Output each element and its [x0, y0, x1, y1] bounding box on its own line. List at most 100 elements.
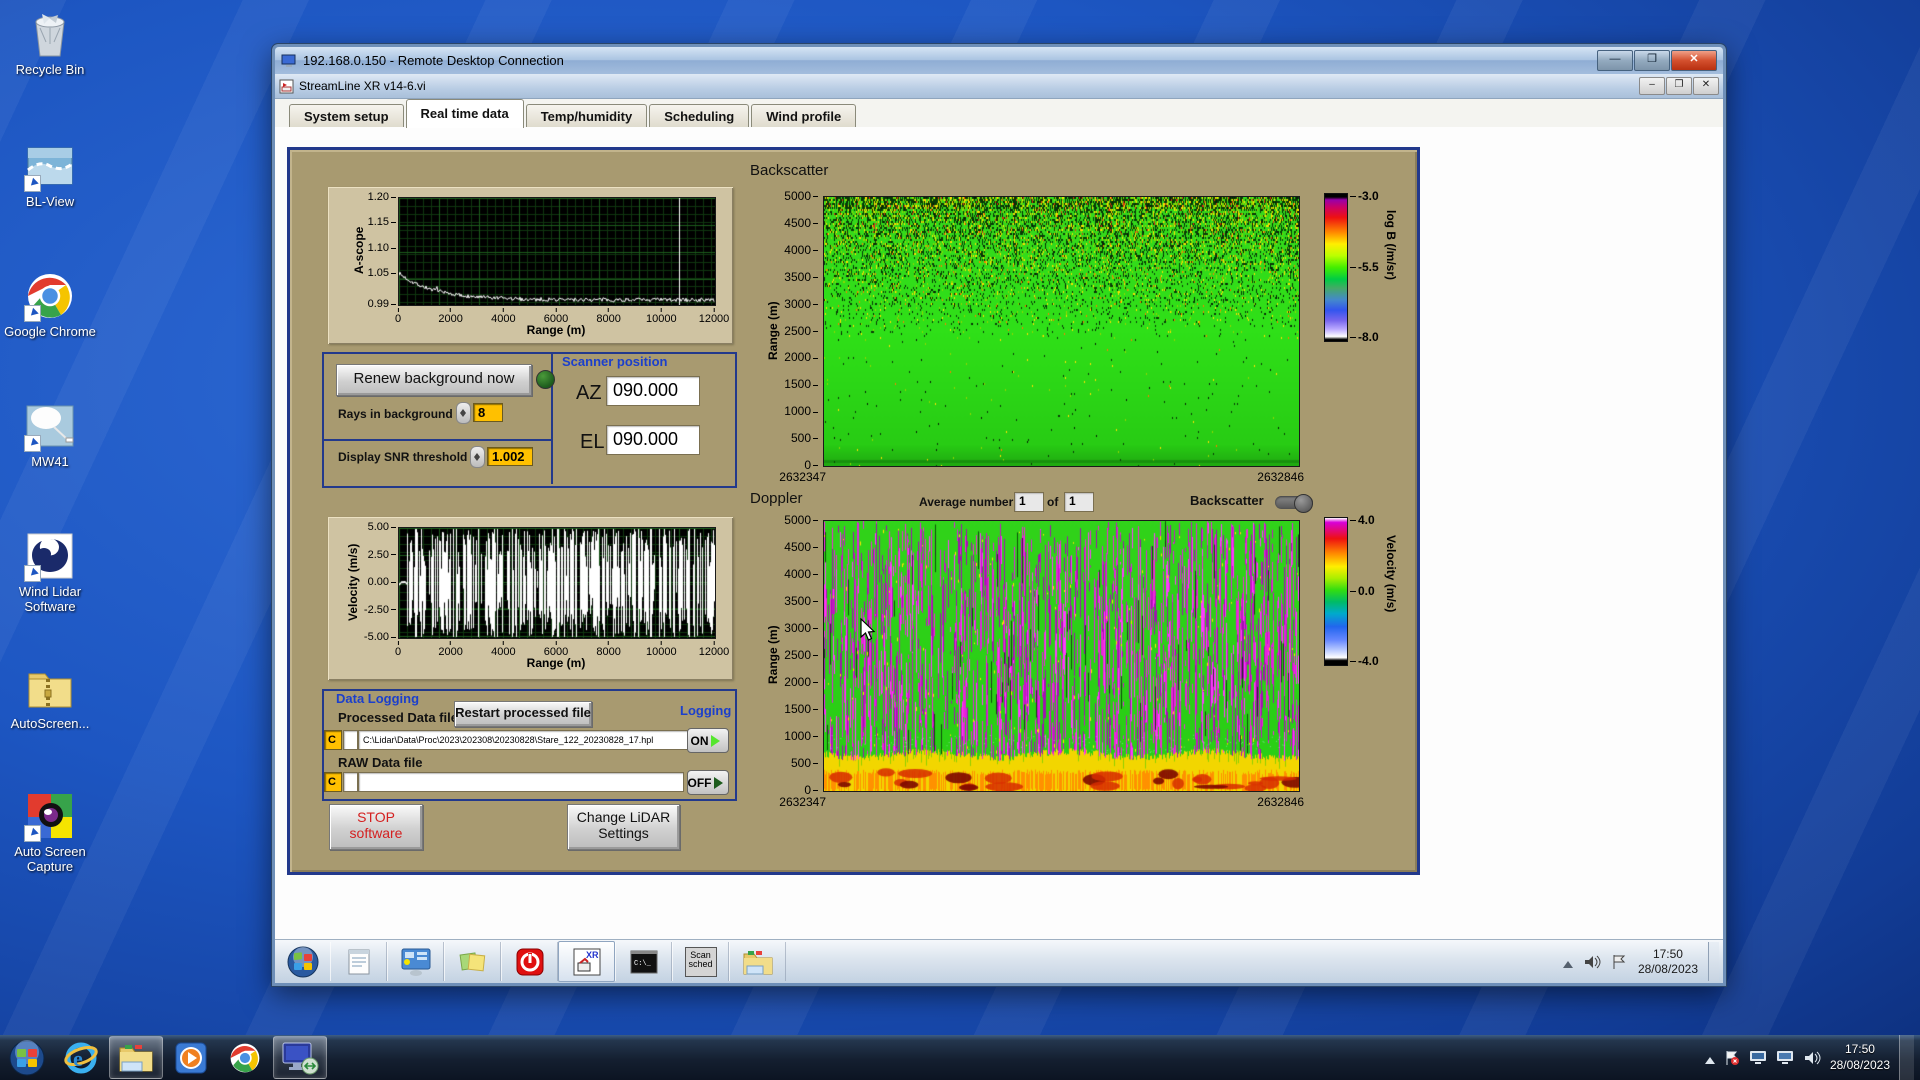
svg-text:XR: XR	[586, 950, 599, 960]
rdp-minimize-button[interactable]: —	[1597, 50, 1633, 71]
tick-label: -5.00	[364, 631, 396, 643]
system-tray: 17:50 28/08/2023	[1704, 1035, 1920, 1080]
remote-start-button[interactable]	[275, 942, 330, 981]
logging-on-button[interactable]: ON	[687, 728, 729, 753]
tick-label: 4.0	[1350, 513, 1375, 527]
remote-show-desktop-button[interactable]	[1708, 942, 1719, 981]
remote-taskbar-sticky-notes[interactable]	[444, 942, 501, 981]
remote-taskbar-display-settings[interactable]	[387, 942, 444, 981]
media-player-icon	[175, 1042, 207, 1073]
rays-value[interactable]: 8	[473, 403, 503, 422]
average-total-field[interactable]: 1	[1064, 492, 1094, 512]
desktop-icon-auto-screen-capture[interactable]: Auto Screen Capture	[0, 790, 100, 875]
mouse-cursor	[860, 618, 876, 641]
bl-view-icon	[24, 140, 76, 192]
desktop-icon-wind-lidar[interactable]: Wind Lidar Software	[0, 530, 100, 615]
snr-spinner[interactable]	[470, 446, 485, 468]
logging-off-button[interactable]: OFF	[687, 770, 729, 795]
change-line1: Change LiDAR	[576, 809, 671, 825]
svg-text:C:\_: C:\_	[634, 960, 652, 968]
tab-system-setup[interactable]: System setup	[289, 104, 404, 128]
processed-drive-selector[interactable]: C	[324, 730, 342, 750]
app-restore-button[interactable]: ❐	[1666, 77, 1692, 95]
network-icon[interactable]	[1776, 1050, 1794, 1065]
tab-temp-humidity[interactable]: Temp/humidity	[525, 104, 648, 128]
remote-flag-icon[interactable]	[1611, 954, 1628, 970]
remote-taskbar-command-prompt[interactable]: C:\_	[615, 942, 672, 981]
processed-path-field[interactable]: C:\Lidar\Data\Proc\2023\202308\20230828\…	[358, 730, 688, 750]
average-number-field[interactable]: 1	[1014, 492, 1044, 512]
doppler-section-title: Doppler	[750, 490, 803, 507]
desktop-icon-recycle-bin[interactable]: Recycle Bin	[0, 8, 100, 78]
remote-taskbar-scan-sched[interactable]: Scan sched	[672, 942, 729, 981]
taskbar-internet-explorer[interactable]: e	[55, 1037, 107, 1078]
off-led-icon	[713, 776, 729, 789]
start-button[interactable]	[1, 1037, 53, 1078]
el-field[interactable]: 090.000	[606, 425, 700, 455]
ascope-plot	[398, 197, 716, 306]
remote-taskbar-xr-app[interactable]: XR	[558, 941, 615, 982]
taskbar-clock[interactable]: 17:50 28/08/2023	[1830, 1042, 1890, 1073]
tick-label: 2.50	[368, 549, 396, 561]
processed-browse-icon[interactable]	[343, 730, 358, 750]
desktop-icon-label: AutoScreen...	[10, 716, 90, 731]
mw41-icon	[24, 400, 76, 452]
desktop-icon-mw41[interactable]: MW41	[0, 400, 100, 470]
desktop-icon-autoscreen-zip[interactable]: AutoScreen...	[0, 662, 100, 732]
remote-clock[interactable]: 17:50 28/08/2023	[1638, 947, 1698, 977]
app-titlebar[interactable]: StreamLine XR v14-6.vi – ❐ ✕	[275, 74, 1723, 99]
desktop-icon-label: Google Chrome	[4, 324, 96, 339]
doppler-colorbar	[1324, 517, 1348, 666]
az-field[interactable]: 090.000	[606, 376, 700, 406]
app-close-button[interactable]: ✕	[1693, 77, 1719, 95]
app-minimize-button[interactable]: –	[1639, 77, 1665, 95]
snr-value[interactable]: 1.002	[487, 447, 533, 466]
speaker-icon[interactable]	[1803, 1050, 1821, 1066]
remote-taskbar-stop-power[interactable]	[501, 942, 558, 981]
tick-label: 0.99	[368, 298, 396, 310]
rdp-maximize-button[interactable]: ❐	[1634, 50, 1670, 71]
taskbar-media-player[interactable]	[165, 1037, 217, 1078]
tab-real-time-data[interactable]: Real time data	[405, 99, 524, 128]
show-desktop-button[interactable]	[1899, 1035, 1914, 1080]
tick-label: -3.0	[1350, 189, 1379, 203]
desktop-icon-label: BL-View	[25, 194, 75, 209]
display-settings-icon	[401, 948, 430, 976]
tick-label: 2500	[784, 648, 818, 662]
tick-label: 5.00	[368, 521, 396, 533]
az-label: AZ	[576, 382, 602, 404]
raw-drive-selector[interactable]: C	[324, 772, 342, 792]
remote-taskbar-folder[interactable]	[729, 942, 786, 981]
tick-label: 2500	[784, 324, 818, 338]
tick-label: 1.15	[368, 216, 396, 228]
taskbar-windows-explorer[interactable]	[109, 1036, 163, 1079]
tab-scheduling[interactable]: Scheduling	[649, 104, 750, 128]
tick-label: 1000	[784, 404, 818, 418]
rdp-titlebar[interactable]: 192.168.0.150 - Remote Desktop Connectio…	[275, 47, 1723, 74]
desktop-icon-google-chrome[interactable]: Google Chrome	[0, 270, 100, 340]
change-lidar-settings-button[interactable]: Change LiDAR Settings	[567, 804, 680, 850]
taskbar-chrome[interactable]	[219, 1037, 271, 1078]
velocity-frame: Velocity (m/s) 5.00 2.50 0.00 -2.50 -5.00 02…	[328, 517, 733, 680]
backscatter-toggle[interactable]	[1275, 494, 1313, 513]
tick-label: -8.0	[1350, 330, 1379, 344]
rdp-close-button[interactable]: ✕	[1671, 50, 1717, 71]
taskbar-remote-desktop[interactable]	[273, 1036, 327, 1079]
desktop-icon-bl-view[interactable]: BL-View	[0, 140, 100, 210]
tab-wind-profile[interactable]: Wind profile	[751, 104, 857, 128]
action-center-flag-icon[interactable]	[1724, 1050, 1740, 1066]
el-label: EL	[580, 431, 605, 453]
hdd-monitor-icon[interactable]	[1749, 1050, 1767, 1065]
restart-processed-file-button[interactable]: Restart processed file	[454, 701, 592, 727]
renew-background-button[interactable]: Renew background now	[336, 364, 532, 396]
on-label: ON	[690, 733, 709, 748]
raw-path-field[interactable]	[358, 772, 684, 792]
stop-software-button[interactable]: STOP software	[329, 804, 423, 850]
rays-spinner[interactable]	[456, 402, 471, 424]
raw-browse-icon[interactable]	[343, 772, 358, 792]
tray-expand-icon[interactable]	[1704, 1052, 1715, 1064]
remote-tray-expand-icon[interactable]	[1562, 956, 1573, 968]
remote-speaker-icon[interactable]	[1583, 954, 1601, 970]
remote-taskbar-notepad[interactable]	[330, 942, 387, 981]
explorer-folder-icon	[119, 1044, 153, 1071]
